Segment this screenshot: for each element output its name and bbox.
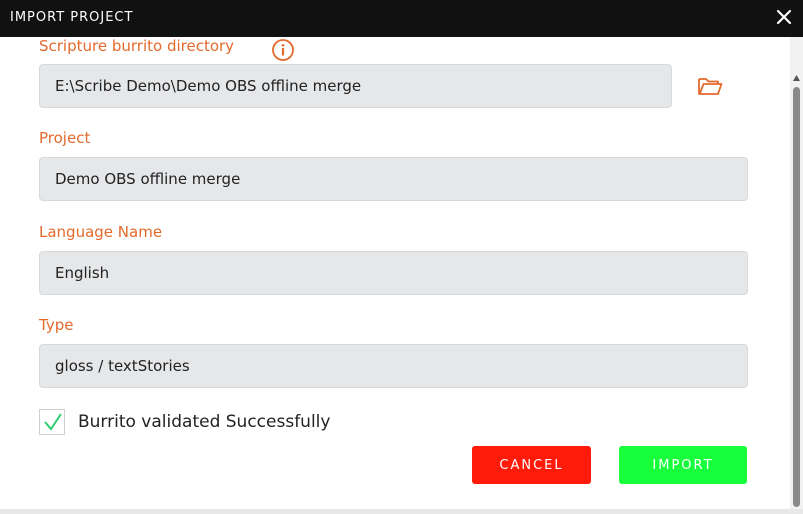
close-icon[interactable] [775,8,793,26]
info-icon[interactable] [271,38,295,62]
checkmark-icon [44,413,62,431]
dialog-title: IMPORT PROJECT [10,10,134,25]
folder-icon[interactable] [697,74,723,98]
cancel-button[interactable]: CANCEL [472,446,591,484]
dialog-bottom-border [0,509,803,514]
project-label: Project [39,129,91,147]
directory-field[interactable]: E:\Scribe Demo\Demo OBS offline merge [39,64,672,108]
scroll-up-arrow-icon[interactable] [793,75,800,81]
dialog-body: Scripture burrito directory E:\Scribe De… [0,37,790,509]
directory-label: Scripture burrito directory [39,37,235,55]
validation-message: Burrito validated Successfully [78,412,331,432]
type-field[interactable]: gloss / textStories [39,344,748,388]
scrollbar[interactable] [790,37,803,509]
project-field[interactable]: Demo OBS offline merge [39,157,748,201]
language-field[interactable]: English [39,251,748,295]
validation-checkbox[interactable] [39,409,65,435]
language-label: Language Name [39,223,163,241]
type-label: Type [39,316,74,334]
dialog-titlebar: IMPORT PROJECT [0,0,803,37]
scrollbar-thumb[interactable] [793,87,800,507]
import-button[interactable]: IMPORT [619,446,747,484]
